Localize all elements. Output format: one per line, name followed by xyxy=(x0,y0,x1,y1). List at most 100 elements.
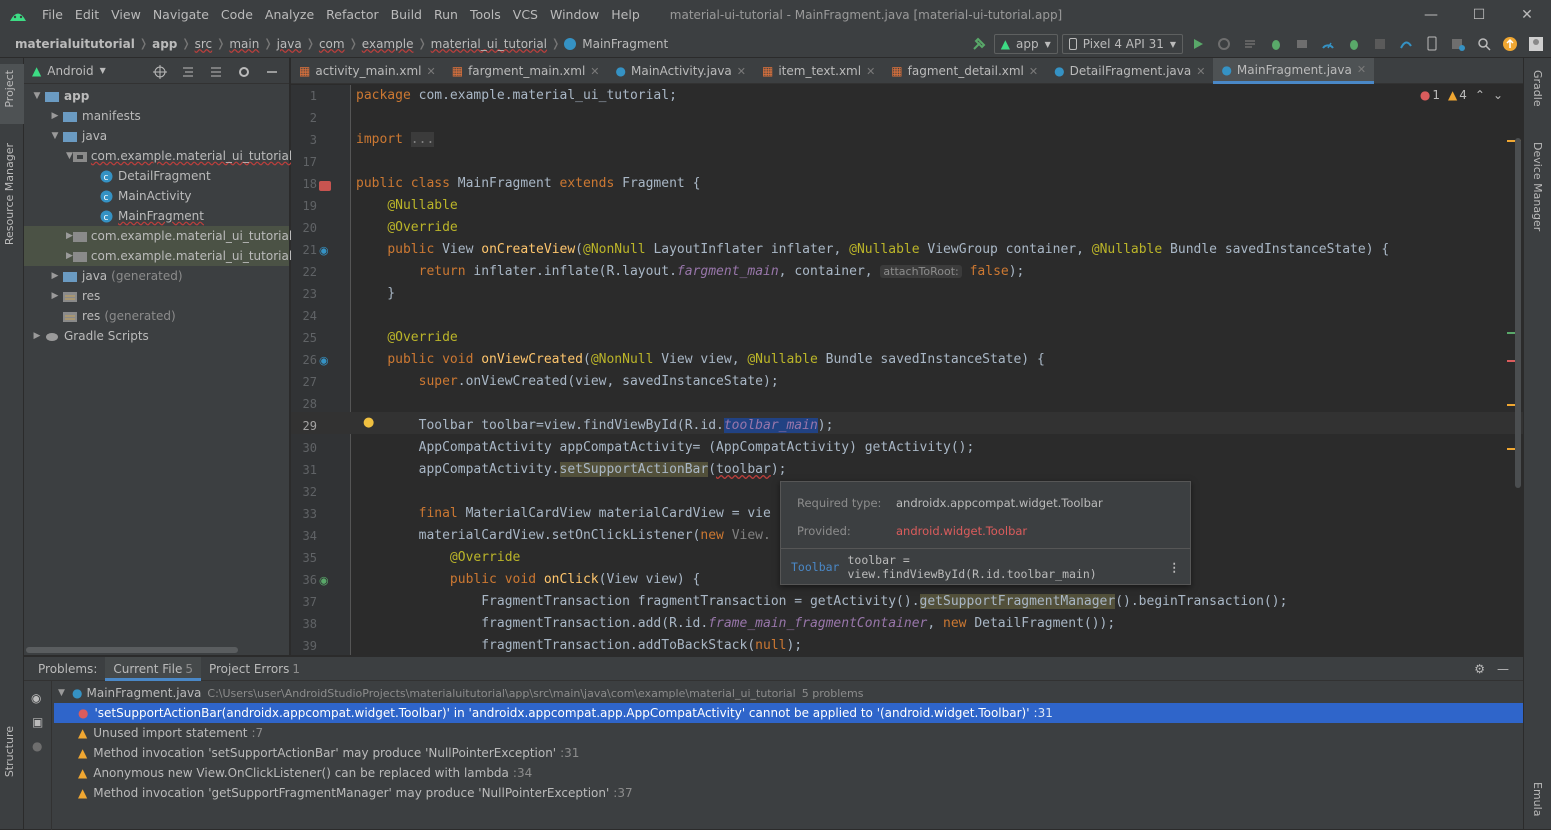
tree-item-mainfragment[interactable]: c MainFragment xyxy=(24,206,289,226)
device-select[interactable]: Pixel 4 API 31 ▼ xyxy=(1061,34,1183,54)
menu-edit[interactable]: Edit xyxy=(69,0,105,30)
maximize-icon[interactable]: ☐ xyxy=(1455,0,1503,30)
menu-refactor[interactable]: Refactor xyxy=(320,0,384,30)
project-view-selector[interactable]: ▲ Android ▼ xyxy=(32,64,106,78)
preview-icon[interactable]: ▣ xyxy=(32,715,43,729)
menu-vcs[interactable]: VCS xyxy=(507,0,544,30)
project-tool-button[interactable]: Project xyxy=(0,64,24,124)
chevron-down-icon[interactable]: ⌄ xyxy=(1493,88,1503,102)
tree-item-res-generated[interactable]: res (generated) xyxy=(24,306,289,326)
profile-icon[interactable] xyxy=(1317,33,1339,55)
menu-run[interactable]: Run xyxy=(428,0,464,30)
problem-item[interactable]: ● 'setSupportActionBar(androidx.appcompa… xyxy=(54,703,1523,723)
breadcrumb-module[interactable]: app xyxy=(149,37,180,51)
tree-item-res[interactable]: ▶ res xyxy=(24,286,289,306)
override-gutter-icon[interactable]: ◉ xyxy=(319,244,329,257)
menu-code[interactable]: Code xyxy=(215,0,259,30)
device-manager-icon[interactable] xyxy=(1421,33,1443,55)
breadcrumb-com[interactable]: com xyxy=(316,37,348,51)
apply-changes-icon[interactable] xyxy=(1239,33,1261,55)
tree-item-package[interactable]: ▼ com.example.material_ui_tutorial xyxy=(24,146,292,166)
override-gutter-icon[interactable]: ◉ xyxy=(319,354,329,367)
close-icon[interactable]: ✕ xyxy=(737,65,746,78)
close-icon[interactable]: ✕ xyxy=(1029,65,1038,78)
avatar[interactable] xyxy=(1525,33,1547,55)
tree-item-java[interactable]: ▼ java xyxy=(24,126,289,146)
sync-gradle-icon[interactable] xyxy=(1395,33,1417,55)
tree-item-manifests[interactable]: ▶ manifests xyxy=(24,106,289,126)
breadcrumb-java[interactable]: java xyxy=(274,37,305,51)
attach-debugger-icon[interactable] xyxy=(1291,33,1313,55)
breadcrumb-main[interactable]: main xyxy=(226,37,262,51)
problem-item[interactable]: ▲ Method invocation 'setSupportActionBar… xyxy=(54,743,1523,763)
tab-fagment-detail-xml[interactable]: ▦ fagment_detail.xml ✕ xyxy=(883,58,1046,84)
tree-item-mainactivity[interactable]: c MainActivity xyxy=(24,186,289,206)
stop-icon[interactable] xyxy=(1369,33,1391,55)
tab-item-text-xml[interactable]: ▦ item_text.xml ✕ xyxy=(754,58,883,84)
tab-activity-main-xml[interactable]: ▦ activity_main.xml ✕ xyxy=(291,58,444,84)
update-icon[interactable] xyxy=(1499,33,1521,55)
collapse-all-icon[interactable] xyxy=(205,61,227,83)
hide-panel-icon[interactable]: — xyxy=(1489,657,1517,681)
menu-build[interactable]: Build xyxy=(385,0,428,30)
hide-panel-icon[interactable] xyxy=(261,61,283,83)
problem-item[interactable]: ▲ Anonymous new View.OnClickListener() c… xyxy=(54,763,1523,783)
breadcrumb-package[interactable]: material_ui_tutorial xyxy=(428,37,550,51)
tree-item-gradle-scripts[interactable]: ▶ Gradle Scripts xyxy=(24,326,289,346)
close-icon[interactable]: ✕ xyxy=(427,65,436,78)
menu-navigate[interactable]: Navigate xyxy=(147,0,215,30)
override-gutter-icon[interactable]: ◉ xyxy=(319,574,329,587)
breadcrumb-example[interactable]: example xyxy=(359,37,417,51)
menu-analyze[interactable]: Analyze xyxy=(259,0,320,30)
tab-mainfragment-java[interactable]: ● MainFragment.java ✕ xyxy=(1213,58,1375,84)
hammer-build-icon[interactable] xyxy=(968,33,990,55)
gear-icon[interactable] xyxy=(233,61,255,83)
close-icon[interactable]: ✕ xyxy=(1196,65,1205,78)
tooltip-footer-type[interactable]: Toolbar xyxy=(791,560,839,574)
menu-help[interactable]: Help xyxy=(605,0,646,30)
sdk-manager-icon[interactable] xyxy=(1447,33,1469,55)
locate-icon[interactable] xyxy=(149,61,171,83)
tree-item-package-androidtest[interactable]: ▶ com.example.material_ui_tutorial (a xyxy=(24,226,308,246)
eye-icon[interactable]: ◉ xyxy=(31,691,41,705)
inspection-widget[interactable]: ● 1 ▲ 4 ⌃ ⌄ xyxy=(1420,88,1503,102)
menu-tools[interactable]: Tools xyxy=(464,0,507,30)
search-icon[interactable] xyxy=(1473,33,1495,55)
problem-item[interactable]: ▲ Method invocation 'getSupportFragmentM… xyxy=(54,783,1523,803)
resource-manager-tool-label[interactable]: Resource Manager xyxy=(3,143,16,245)
close-icon[interactable]: ✕ xyxy=(1503,0,1551,30)
tab-fargment-main-xml[interactable]: ▦ fargment_main.xml ✕ xyxy=(444,58,608,84)
more-options-icon[interactable]: ⋮ xyxy=(1169,560,1181,574)
structure-tool-label[interactable]: Structure xyxy=(3,726,16,777)
problem-item[interactable]: ▲ Unused import statement :7 xyxy=(54,723,1523,743)
tree-item-detailfragment[interactable]: c DetailFragment xyxy=(24,166,289,186)
run-icon[interactable] xyxy=(1187,33,1209,55)
bug-settings-icon[interactable] xyxy=(1343,33,1365,55)
problems-file-row[interactable]: ▼ ● MainFragment.java C:\Users\user\Andr… xyxy=(54,683,1523,703)
tree-item-package-test[interactable]: ▶ com.example.material_ui_tutorial (t xyxy=(24,246,306,266)
close-icon[interactable]: ✕ xyxy=(590,65,599,78)
debug-icon[interactable] xyxy=(1265,33,1287,55)
close-icon[interactable]: ✕ xyxy=(866,65,875,78)
breadcrumb-project[interactable]: materialuitutorial xyxy=(12,37,138,51)
tab-project-errors[interactable]: Project Errors 1 xyxy=(201,657,308,681)
horizontal-scrollbar[interactable] xyxy=(26,647,238,653)
emulator-tool-label[interactable]: Emula xyxy=(1531,782,1544,816)
override-gutter-icon[interactable] xyxy=(319,181,331,191)
menu-window[interactable]: Window xyxy=(544,0,605,30)
tree-item-java-generated[interactable]: ▶ java (generated) xyxy=(24,266,289,286)
device-manager-tool-label[interactable]: Device Manager xyxy=(1531,142,1544,231)
tab-detailfragment-java[interactable]: ● DetailFragment.java ✕ xyxy=(1046,58,1213,84)
rerun-icon[interactable] xyxy=(1213,33,1235,55)
tab-current-file[interactable]: Current File 5 xyxy=(105,656,201,681)
run-configuration-select[interactable]: ▲ app ▼ xyxy=(993,34,1058,54)
breadcrumb-src[interactable]: src xyxy=(192,37,216,51)
tab-mainactivity-java[interactable]: ● MainActivity.java ✕ xyxy=(608,58,754,84)
lightbulb-icon[interactable]: ● xyxy=(32,739,42,753)
menu-view[interactable]: View xyxy=(105,0,147,30)
menu-file[interactable]: File xyxy=(36,0,69,30)
breadcrumb-class[interactable]: MainFragment xyxy=(579,37,671,51)
expand-all-icon[interactable] xyxy=(177,61,199,83)
tree-item-app[interactable]: ▼ app xyxy=(24,86,289,106)
chevron-up-icon[interactable]: ⌃ xyxy=(1475,88,1485,102)
